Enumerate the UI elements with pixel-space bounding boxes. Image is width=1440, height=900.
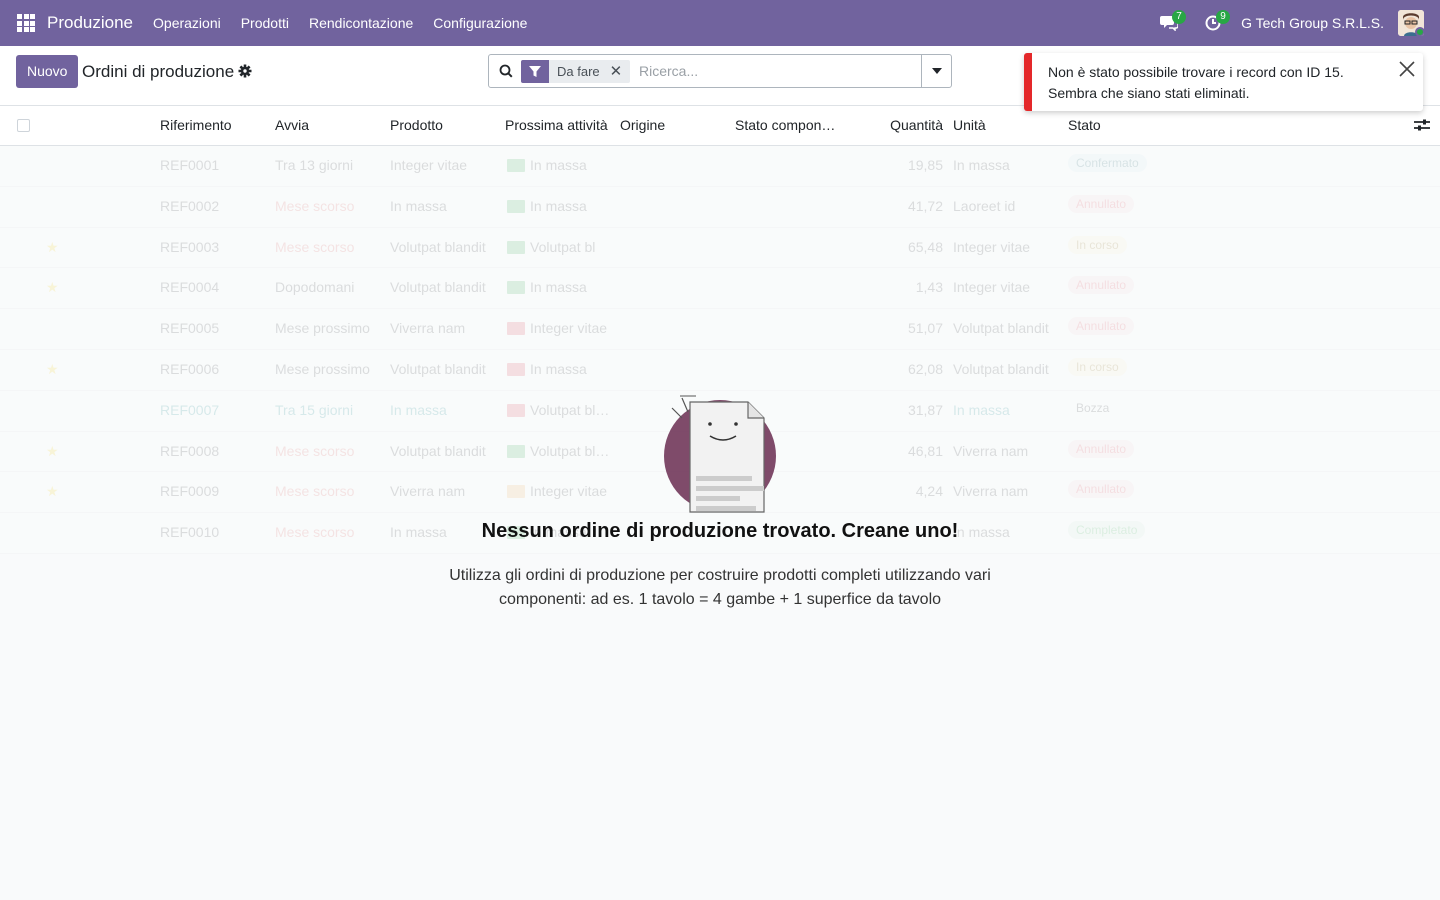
page-title: Ordini di produzione bbox=[82, 62, 235, 81]
empty-document-illustration bbox=[664, 395, 776, 513]
select-all-checkbox[interactable] bbox=[17, 119, 30, 132]
menu-prodotti[interactable]: Prodotti bbox=[241, 15, 289, 31]
column-unita[interactable]: Unità bbox=[953, 117, 986, 133]
column-prossima-attivita[interactable]: Prossima attività bbox=[505, 117, 608, 133]
top-navbar: Produzione Operazioni Prodotti Rendicont… bbox=[0, 0, 1440, 46]
close-icon[interactable] bbox=[1399, 61, 1415, 77]
app-brand[interactable]: Produzione bbox=[47, 13, 133, 33]
caret-down-icon bbox=[931, 68, 942, 74]
search-icon[interactable] bbox=[499, 64, 513, 78]
menu-configurazione[interactable]: Configurazione bbox=[433, 15, 527, 31]
column-origine[interactable]: Origine bbox=[620, 117, 665, 133]
optional-columns-icon[interactable] bbox=[1414, 118, 1430, 132]
menu-rendicontazione[interactable]: Rendicontazione bbox=[309, 15, 413, 31]
search-options-toggle[interactable] bbox=[921, 55, 951, 87]
column-stato-componenti[interactable]: Stato compon… bbox=[735, 117, 835, 133]
company-switcher[interactable]: G Tech Group S.R.L.S. bbox=[1241, 15, 1384, 31]
search-facet: Da fare ✕ bbox=[521, 60, 631, 83]
facet-label: Da fare bbox=[549, 60, 608, 83]
error-notification: Non è stato possibile trovare i record c… bbox=[1024, 53, 1423, 111]
messages-button[interactable]: 7 bbox=[1147, 0, 1191, 46]
menu-operazioni[interactable]: Operazioni bbox=[153, 15, 221, 31]
column-quantita[interactable]: Quantità bbox=[880, 117, 943, 133]
help-text: Utilizza gli ordini di produzione per co… bbox=[449, 567, 991, 608]
search-bar: Da fare ✕ Ricerca... bbox=[488, 54, 952, 88]
apps-menu-icon[interactable] bbox=[0, 0, 52, 46]
column-avvia[interactable]: Avvia bbox=[275, 117, 309, 133]
help-title: Nessun ordine di produzione trovato. Cre… bbox=[481, 520, 959, 542]
column-prodotto[interactable]: Prodotto bbox=[390, 117, 443, 133]
online-status-indicator bbox=[1415, 27, 1424, 36]
facet-remove-icon[interactable]: ✕ bbox=[607, 60, 631, 83]
notification-message: Non è stato possibile trovare i record c… bbox=[1048, 64, 1344, 101]
column-stato[interactable]: Stato bbox=[1068, 117, 1101, 133]
activities-count-badge: 9 bbox=[1216, 10, 1231, 24]
user-avatar[interactable] bbox=[1398, 10, 1424, 36]
gear-icon[interactable] bbox=[238, 64, 252, 78]
activities-button[interactable]: 9 bbox=[1191, 0, 1235, 46]
filter-icon bbox=[521, 60, 549, 83]
messages-count-badge: 7 bbox=[1172, 10, 1187, 24]
search-input[interactable]: Ricerca... bbox=[639, 63, 698, 79]
list-header: Riferimento Avvia Prodotto Prossima atti… bbox=[0, 106, 1440, 146]
new-button[interactable]: Nuovo bbox=[16, 55, 79, 88]
column-riferimento[interactable]: Riferimento bbox=[160, 117, 232, 133]
no-content-help: Nessun ordine di produzione trovato. Cre… bbox=[0, 146, 1440, 900]
